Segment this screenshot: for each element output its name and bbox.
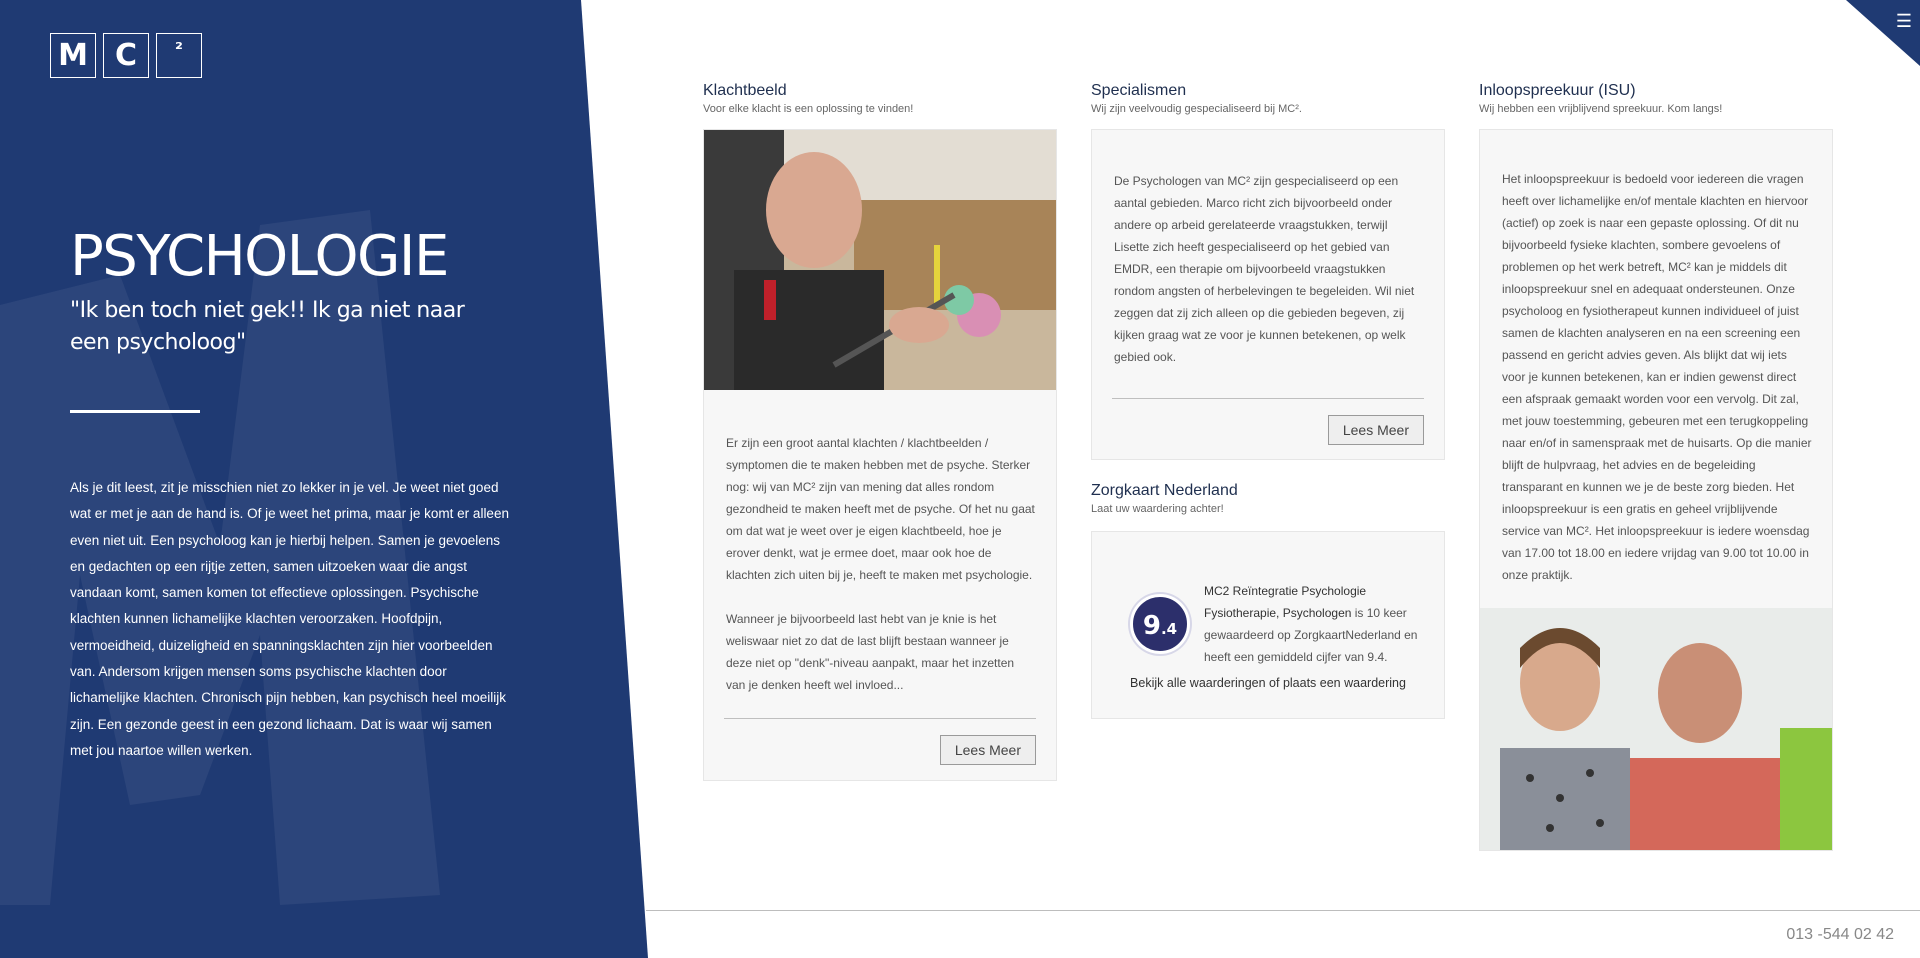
specialismen-section: Specialismen Wij zijn veelvoudig gespeci…: [1091, 82, 1445, 719]
klachtbeeld-section: Klachtbeeld Voor elke klacht is een oplo…: [703, 82, 1057, 781]
specialismen-divider: [1112, 398, 1424, 399]
specialismen-title: Specialismen: [1091, 82, 1187, 99]
rating-link-or: of: [1265, 676, 1283, 690]
hero-text: Als je dit leest, zit je misschien niet …: [70, 480, 509, 758]
footer-divider: [646, 910, 1920, 911]
rating-description: MC2 Reïntegratie Psychologie Fysiotherap…: [1204, 580, 1434, 668]
psychologist-photo: [704, 130, 1056, 390]
zorgkaart-section: Zorgkaart Nederland Laat uw waardering a…: [1091, 482, 1445, 719]
logo-letter-c: C: [103, 33, 149, 78]
rating-organisation-link[interactable]: MC2 Reïntegratie Psychologie Fysiotherap…: [1204, 584, 1366, 620]
phone-number[interactable]: 013 -544 02 42: [1786, 926, 1894, 944]
inloop-subtitle: Wij hebben een vrijblijvend spreekuur. K…: [1479, 103, 1723, 115]
all-reviews-link[interactable]: alle waarderingen: [1167, 676, 1266, 690]
klachtbeeld-subtitle: Voor elke klacht is een oplossing te vin…: [703, 103, 914, 115]
place-review-link[interactable]: plaats een waardering: [1283, 676, 1406, 690]
zorgkaart-title: Zorgkaart Nederland: [1091, 482, 1238, 499]
inloop-paragraph: Het inloopspreekuur is bedoeld voor iede…: [1502, 172, 1812, 582]
klachtbeeld-paragraph-2: Wanneer je bijvoorbeeld last hebt van je…: [726, 612, 1015, 692]
klachtbeeld-divider: [724, 718, 1036, 719]
hero-divider: [70, 410, 200, 413]
klachtbeeld-title: Klachtbeeld: [703, 82, 787, 99]
inloop-section: Inloopspreekuur (ISU) Wij hebben een vri…: [1479, 82, 1833, 851]
page-title: PSYCHOLOGIE: [70, 224, 449, 289]
klachtbeeld-paragraph-1: Er zijn een groot aantal klachten / klac…: [726, 436, 1035, 582]
rating-link-prefix: Bekijk: [1130, 676, 1167, 690]
specialismen-read-more-button[interactable]: Lees Meer: [1327, 415, 1424, 445]
hero-quote: "Ik ben toch niet gek!! Ik ga niet naar …: [70, 298, 465, 355]
logo-letter-m: M: [50, 33, 96, 78]
rating-score-integer: 9: [1142, 611, 1161, 641]
logo[interactable]: M C ²: [50, 33, 202, 78]
inloop-title: Inloopspreekuur (ISU): [1479, 82, 1636, 99]
logo-superscript: ²: [156, 33, 202, 78]
corner-menu-tab[interactable]: [1846, 0, 1920, 66]
specialismen-card: De Psychologen van MC² zijn gespecialise…: [1091, 129, 1445, 460]
specialismen-paragraph: De Psychologen van MC² zijn gespecialise…: [1114, 174, 1415, 364]
therapists-photo: [1480, 608, 1832, 850]
zorgkaart-subtitle: Laat uw waardering achter!: [1091, 503, 1224, 515]
hamburger-icon[interactable]: ☰: [1896, 12, 1912, 30]
rating-score-decimal: .4: [1160, 620, 1178, 638]
klachtbeeld-read-more-button[interactable]: Lees Meer: [939, 735, 1036, 765]
inloop-card: Het inloopspreekuur is bedoeld voor iede…: [1479, 129, 1833, 851]
hero-panel: M C ² PSYCHOLOGIE "Ik ben toch niet gek!…: [0, 0, 648, 958]
rating-links: Bekijk alle waarderingen of plaats een w…: [1092, 676, 1444, 690]
zorgkaart-widget: 9.4 MC2 Reïntegratie Psychologie Fysioth…: [1091, 531, 1445, 719]
klachtbeeld-card: Er zijn een groot aantal klachten / klac…: [703, 129, 1057, 781]
rating-badge[interactable]: 9.4: [1130, 594, 1190, 654]
specialismen-subtitle: Wij zijn veelvoudig gespecialiseerd bij …: [1091, 103, 1302, 115]
